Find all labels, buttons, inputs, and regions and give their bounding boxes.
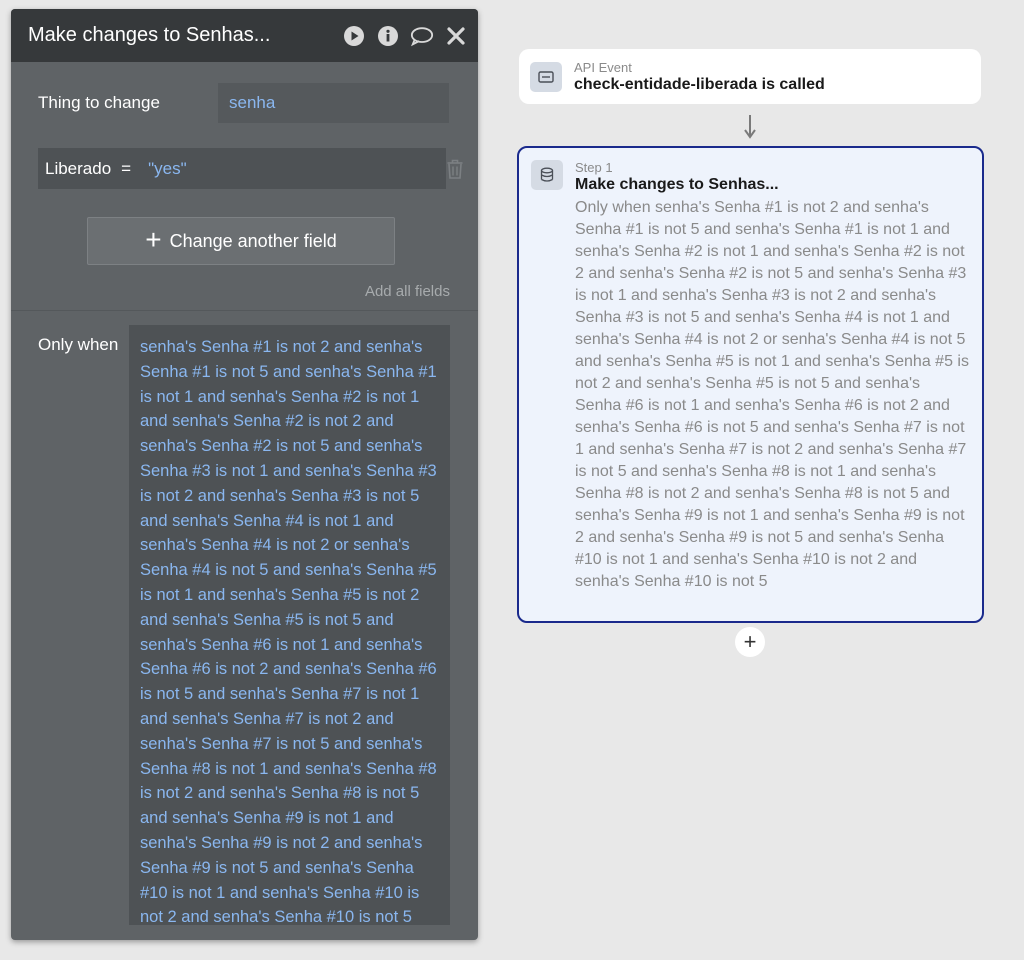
change-another-field-label: Change another field — [169, 230, 337, 251]
api-icon — [530, 62, 562, 92]
only-when-label: Only when — [38, 335, 119, 354]
add-step-button[interactable]: + — [735, 627, 765, 657]
event-kind: API Event — [574, 60, 632, 75]
field-assignment-row[interactable]: Liberado = "yes" — [38, 148, 446, 189]
step-name: Make changes to Senhas... — [575, 176, 779, 193]
close-icon[interactable] — [444, 24, 468, 48]
play-icon[interactable] — [342, 24, 366, 48]
info-icon[interactable] — [376, 24, 400, 48]
thing-to-change-row: Thing to change senha — [38, 83, 449, 123]
database-icon — [531, 160, 563, 190]
thing-to-change-input[interactable]: senha — [218, 83, 449, 123]
api-event-card[interactable]: API Event check-entidade-liberada is cal… — [519, 49, 981, 104]
event-name: check-entidade-liberada is called — [574, 76, 825, 93]
step-condition-description: Only when senha's Senha #1 is not 2 and … — [575, 199, 969, 590]
trash-icon[interactable] — [445, 158, 465, 180]
step-1-card[interactable]: Step 1 Make changes to Senhas... Only wh… — [517, 146, 984, 623]
property-editor-panel: Make changes to Senhas... Thing to chang… — [11, 9, 478, 940]
change-another-field-button[interactable]: + Change another field — [87, 217, 395, 265]
step-kind: Step 1 — [575, 160, 613, 175]
only-when-expression[interactable]: senha's Senha #1 is not 2 and senha's Se… — [129, 325, 450, 925]
field-name: Liberado — [45, 158, 112, 178]
panel-title: Make changes to Senhas... — [28, 24, 271, 46]
panel-header: Make changes to Senhas... — [11, 9, 478, 62]
comment-icon[interactable] — [410, 24, 434, 48]
section-divider — [11, 310, 478, 311]
thing-to-change-label: Thing to change — [38, 93, 160, 112]
field-value[interactable]: "yes" — [148, 159, 187, 179]
plus-icon: + — [145, 223, 162, 255]
field-operator: = — [121, 158, 132, 178]
add-all-fields-link[interactable]: Add all fields — [365, 283, 450, 300]
arrow-down-icon — [742, 114, 758, 140]
